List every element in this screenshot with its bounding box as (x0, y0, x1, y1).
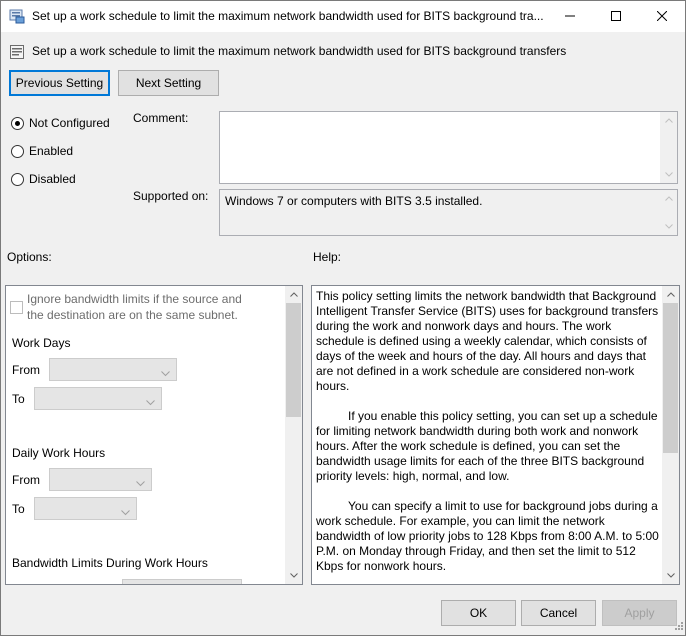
scroll-down-arrow-icon[interactable] (660, 218, 677, 235)
comment-textarea[interactable] (219, 111, 678, 184)
help-panel[interactable]: This policy setting limits the network b… (311, 285, 680, 585)
close-icon (656, 10, 668, 24)
supported-on-label: Supported on: (133, 189, 209, 203)
daily-work-hours-label: Daily Work Hours (12, 446, 106, 460)
title-bar[interactable]: Set up a work schedule to limit the maxi… (1, 1, 685, 32)
ok-label: OK (469, 606, 488, 620)
previous-setting-button[interactable]: Previous Setting (9, 70, 110, 96)
options-scrollbar[interactable] (285, 286, 302, 584)
scroll-up-arrow-icon[interactable] (285, 286, 302, 303)
scroll-down-arrow-icon[interactable] (285, 567, 302, 584)
chevron-down-icon (121, 505, 130, 519)
radio-circle[interactable] (11, 144, 24, 158)
ok-button[interactable]: OK (441, 600, 516, 626)
cancel-label: Cancel (539, 606, 578, 620)
daily-hours-to-combo[interactable] (34, 497, 137, 520)
help-paragraph: You can specify a limit to use for backg… (316, 499, 659, 573)
daily-hours-from-combo[interactable] (49, 468, 152, 491)
chevron-down-icon (161, 366, 170, 380)
radio-circle[interactable] (11, 172, 24, 186)
resize-grip-icon[interactable] (673, 619, 683, 633)
options-label: Options: (7, 250, 52, 264)
close-button[interactable] (639, 1, 685, 32)
bandwidth-limits-label: Bandwidth Limits During Work Hours (12, 556, 208, 570)
options-scroll-thumb[interactable] (286, 303, 301, 417)
radio-not-configured[interactable]: Not Configured (11, 116, 110, 130)
ignore-bandwidth-label-line2: the destination are on the same subnet. (27, 308, 238, 322)
radio-label-not-configured: Not Configured (29, 116, 110, 130)
next-setting-button[interactable]: Next Setting (118, 70, 219, 96)
comment-scrollbar[interactable] (660, 112, 677, 183)
minimize-button[interactable] (547, 1, 593, 32)
apply-button[interactable]: Apply (602, 600, 677, 626)
scroll-down-arrow-icon[interactable] (662, 567, 679, 584)
comment-label: Comment: (133, 111, 189, 125)
help-paragraph: If you enable this policy setting, you c… (316, 409, 658, 483)
supported-on-field: Windows 7 or computers with BITS 3.5 ins… (219, 189, 678, 236)
radio-label-disabled: Disabled (29, 172, 76, 186)
options-panel[interactable]: Ignore bandwidth limits if the source an… (5, 285, 303, 585)
chevron-down-icon (136, 476, 145, 490)
help-scroll-thumb[interactable] (663, 303, 678, 453)
work-days-to-combo[interactable] (34, 387, 162, 410)
maximize-button[interactable] (593, 1, 639, 32)
help-scrollbar[interactable] (662, 286, 679, 584)
policy-setting-icon (9, 44, 25, 60)
help-paragraph: This policy setting limits the network b… (316, 289, 659, 393)
previous-setting-label: Previous Setting (15, 76, 104, 90)
window-title: Set up a work schedule to limit the maxi… (32, 9, 544, 23)
radio-label-enabled: Enabled (29, 144, 74, 158)
scroll-up-arrow-icon[interactable] (660, 190, 677, 207)
scroll-up-arrow-icon[interactable] (662, 286, 679, 303)
next-setting-label: Next Setting (135, 76, 202, 90)
daily-hours-from-label: From (12, 473, 40, 487)
maximize-icon (611, 10, 621, 24)
radio-enabled[interactable]: Enabled (11, 144, 73, 158)
work-days-from-combo[interactable] (49, 358, 177, 381)
bandwidth-limit-combo-partial[interactable] (122, 579, 242, 584)
work-days-from-label: From (12, 363, 40, 377)
work-days-label: Work Days (12, 336, 71, 350)
policy-dialog-window: Set up a work schedule to limit the maxi… (0, 0, 686, 636)
ignore-bandwidth-label-line1: Ignore bandwidth limits if the source an… (27, 292, 242, 306)
scroll-down-arrow-icon[interactable] (660, 166, 677, 183)
supported-scrollbar[interactable] (660, 190, 677, 235)
chevron-down-icon (146, 395, 155, 409)
work-days-to-label: To (12, 392, 25, 406)
help-text: This policy setting limits the network b… (316, 289, 662, 574)
apply-label: Apply (624, 606, 655, 620)
help-label: Help: (313, 250, 342, 264)
scroll-up-arrow-icon[interactable] (660, 112, 677, 129)
cancel-button[interactable]: Cancel (521, 600, 596, 626)
radio-disabled[interactable]: Disabled (11, 172, 76, 186)
ignore-bandwidth-checkbox[interactable] (10, 301, 23, 314)
setting-title: Set up a work schedule to limit the maxi… (32, 44, 567, 58)
radio-circle-checked[interactable] (11, 116, 24, 130)
policy-app-icon (9, 8, 25, 24)
daily-hours-to-label: To (12, 502, 25, 516)
minimize-icon (565, 10, 575, 24)
supported-on-value: Windows 7 or computers with BITS 3.5 ins… (225, 194, 483, 208)
